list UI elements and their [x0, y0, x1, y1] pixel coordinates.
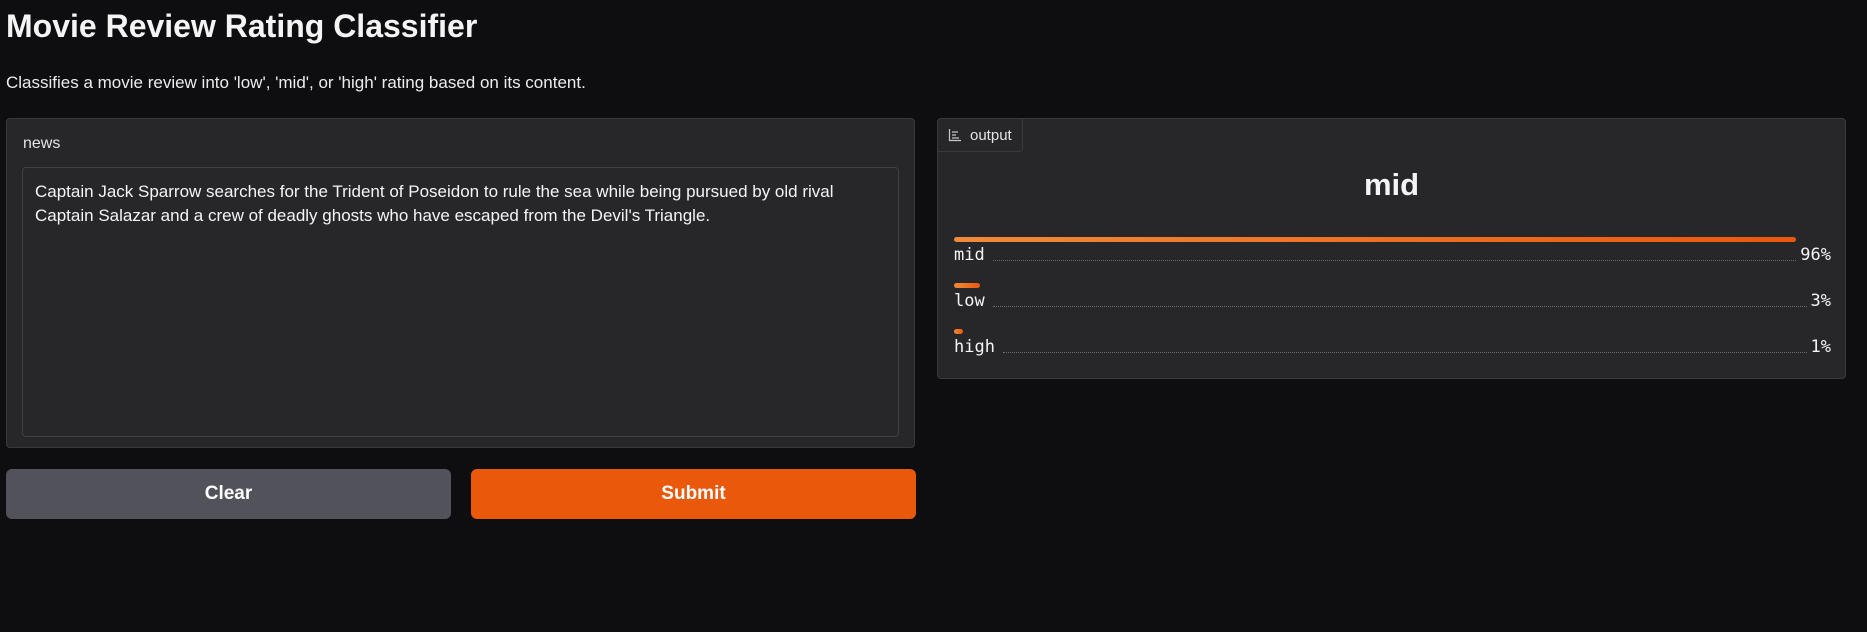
confidence-label: mid: [954, 245, 985, 265]
app-page: Movie Review Rating Classifier Classifie…: [0, 0, 1867, 632]
output-panel: output mid mid 96% low 3% high 1%: [937, 118, 1846, 379]
page-title: Movie Review Rating Classifier: [6, 8, 478, 44]
confidence-percent: 96%: [1800, 245, 1831, 265]
dotted-leader: [992, 306, 1807, 307]
confidence-label: low: [954, 291, 985, 311]
confidence-label: high: [954, 337, 995, 357]
page-description: Classifies a movie review into 'low', 'm…: [6, 73, 586, 92]
confidence-row-high: high 1%: [954, 329, 1831, 375]
output-tab-label: output: [970, 126, 1012, 144]
predicted-label: mid: [1363, 167, 1420, 202]
confidence-bar: [954, 237, 1796, 242]
dotted-leader: [1002, 352, 1807, 353]
input-panel: news Captain Jack Sparrow searches for t…: [6, 118, 915, 448]
confidence-row-low: low 3%: [954, 283, 1831, 329]
bar-chart-icon: [948, 129, 961, 142]
confidence-percent: 1%: [1810, 337, 1831, 357]
submit-button[interactable]: Submit: [471, 469, 916, 519]
input-label: news: [23, 135, 61, 152]
confidence-bar: [954, 329, 963, 334]
confidence-list: mid 96% low 3% high 1%: [954, 237, 1831, 375]
dotted-leader: [992, 260, 1797, 261]
clear-button[interactable]: Clear: [6, 469, 451, 519]
confidence-row-mid: mid 96%: [954, 237, 1831, 283]
confidence-bar: [954, 283, 981, 288]
output-tab: output: [938, 119, 1023, 152]
confidence-percent: 3%: [1810, 291, 1831, 311]
news-textarea[interactable]: Captain Jack Sparrow searches for the Tr…: [22, 167, 899, 437]
